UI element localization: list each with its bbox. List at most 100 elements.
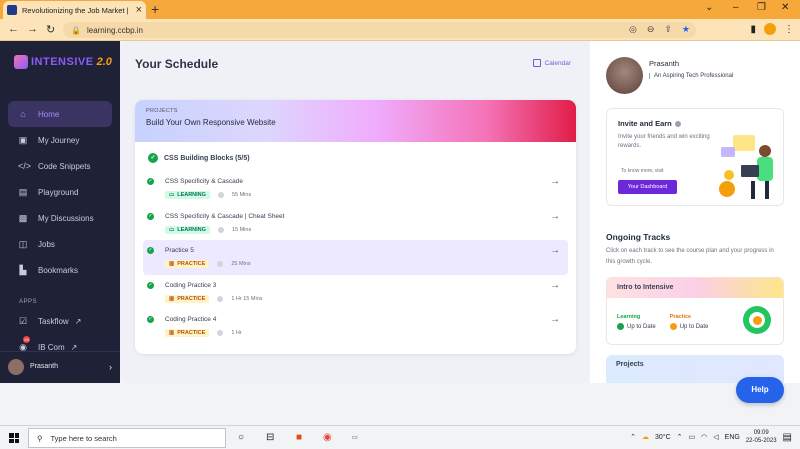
notification-badge: 24: [23, 336, 30, 343]
invite-know-more: To know more, visit: [621, 168, 664, 174]
learning-tag: ▭ LEARNING: [165, 191, 210, 199]
practice-tag: ▥ PRACTICE: [165, 260, 210, 268]
sidebar-item-jobs[interactable]: ◫ Jobs: [8, 231, 112, 257]
help-button[interactable]: Help: [736, 377, 784, 403]
lock-icon: 🔒: [71, 25, 81, 35]
clock-icon: [217, 192, 224, 198]
list-item[interactable]: ✓ CSS Specificity & Cascade | Cheat Shee…: [143, 206, 568, 241]
practice-tag: ▥ PRACTICE: [165, 329, 210, 337]
forward-icon[interactable]: →: [27, 23, 38, 35]
chevron-up-icon[interactable]: ⌃: [630, 433, 636, 441]
item-duration: 55 Mins: [231, 192, 252, 198]
learning-status: Learning Up to Date: [617, 314, 656, 330]
network-icon[interactable]: ▭: [689, 433, 696, 441]
cortana-icon[interactable]: ○: [238, 432, 244, 443]
logo[interactable]: INTENSIVE 2.0: [14, 55, 112, 69]
app-item-taskflow[interactable]: ☑ Taskflow ↗: [8, 308, 112, 334]
arrow-right-icon[interactable]: →: [550, 211, 560, 222]
browser-tab[interactable]: Revolutionizing the Job Market | ×: [3, 1, 146, 19]
discussions-icon: ▩: [18, 212, 28, 223]
close-window-icon[interactable]: ✕: [781, 2, 789, 13]
item-name: Coding Practice 4: [165, 316, 217, 323]
sidebar-item-home[interactable]: ⌂ Home: [8, 101, 112, 127]
item-name: Coding Practice 3: [165, 281, 217, 289]
browser-tab-strip: Revolutionizing the Job Market | × + ⌄ –…: [0, 0, 800, 19]
bookmark-star-icon[interactable]: ★: [682, 24, 690, 35]
side-panel-icon[interactable]: ▮: [750, 24, 756, 35]
sidebar-item-code-snippets[interactable]: </> Code Snippets: [8, 153, 112, 179]
calendar-link[interactable]: Calendar: [532, 59, 571, 67]
sidebar-user-name: Prasanth: [30, 363, 59, 370]
item-name: CSS Specificity & Cascade | Cheat Sheet: [165, 212, 285, 220]
sidebar-user[interactable]: Prasanth ›: [0, 351, 120, 381]
wifi-icon[interactable]: ◠: [701, 433, 707, 441]
address-bar[interactable]: 🔒 learning.ccbp.in: [63, 22, 696, 38]
office-icon[interactable]: ■: [296, 432, 302, 443]
arrow-right-icon[interactable]: →: [550, 176, 560, 187]
sidebar-item-label: Home: [38, 109, 60, 119]
sidebar-item-my-journey[interactable]: ▣ My Journey: [8, 127, 112, 153]
sidebar-item-playground[interactable]: ▤ Playground: [8, 179, 112, 205]
info-icon[interactable]: [674, 121, 681, 128]
zoom-icon[interactable]: ⊖: [647, 24, 655, 35]
item-duration: 15 Mins: [231, 226, 252, 233]
check-circle-icon: ✓: [147, 281, 154, 289]
track-title: Intro to Intensive: [607, 278, 783, 298]
arrow-right-icon[interactable]: →: [550, 314, 560, 325]
section-header[interactable]: ✓ CSS Building Blocks (5/5): [148, 153, 250, 163]
reload-icon[interactable]: ↻: [46, 23, 55, 36]
tab-search-icon[interactable]: ⌄: [705, 2, 713, 13]
task-view-icon[interactable]: ⊟: [266, 432, 274, 443]
chrome-icon[interactable]: ◉: [323, 432, 332, 443]
google-lens-icon[interactable]: ◎: [629, 24, 637, 35]
volume-icon[interactable]: ◁: [713, 433, 718, 441]
notification-icon[interactable]: ▤: [783, 432, 792, 443]
sidebar-item-bookmarks[interactable]: ▙ Bookmarks: [8, 257, 112, 283]
share-icon[interactable]: ⇪: [664, 24, 672, 35]
profile-role: An Aspiring Tech Professional: [649, 73, 733, 79]
page-title: Your Schedule: [135, 57, 219, 71]
invite-illustration: [719, 135, 773, 199]
temperature[interactable]: 30°C: [655, 434, 671, 441]
clock-icon: [217, 261, 224, 267]
track-card-intro[interactable]: Intro to Intensive Learning Up to Date P…: [606, 277, 784, 345]
invite-card: Invite and Earn Invite your friends and …: [606, 108, 784, 206]
browser-menu-icon[interactable]: ⋮: [784, 24, 794, 35]
code-icon: </>: [18, 161, 32, 171]
arrow-right-icon[interactable]: →: [550, 280, 560, 291]
logo-version: 2.0: [96, 56, 112, 68]
list-item[interactable]: ✓ CSS Specificity & Cascade → ▭ LEARNING …: [143, 171, 568, 206]
minimize-icon[interactable]: –: [733, 2, 739, 13]
new-tab-icon[interactable]: +: [151, 1, 159, 17]
book-icon: ▭: [169, 226, 175, 233]
browser-profile-icon[interactable]: [764, 23, 776, 35]
tag-label: PRACTICE: [177, 295, 206, 302]
list-item[interactable]: ✓ Coding Practice 3 → ▥ PRACTICE 1 Hr 15 …: [143, 275, 568, 310]
arrow-right-icon[interactable]: →: [550, 245, 560, 256]
taskbar-search-input[interactable]: ⚲ Type here to search: [28, 428, 226, 448]
windows-start-icon[interactable]: [9, 433, 19, 443]
clipboard-icon: ▥: [169, 330, 175, 336]
practice-label: Practice: [669, 314, 692, 320]
list-item[interactable]: ✓ Practice 5 → ▥ PRACTICE 25 Mins: [143, 240, 568, 275]
practice-status: Practice Up to Date: [669, 314, 708, 330]
app-icon[interactable]: ▭: [352, 434, 358, 441]
tag-label: PRACTICE: [177, 330, 206, 336]
sidebar-item-label: My Discussions: [38, 213, 94, 223]
clock[interactable]: 09:09 22-05-2023: [746, 429, 777, 445]
your-dashboard-button[interactable]: Your Dashboard: [618, 180, 677, 194]
close-tab-icon[interactable]: ×: [136, 4, 142, 16]
logo-mark-icon: [14, 55, 28, 69]
sidebar-item-label: Jobs: [38, 239, 55, 249]
project-banner[interactable]: PROJECTS Build Your Own Responsive Websi…: [135, 100, 576, 142]
avatar[interactable]: [606, 57, 643, 94]
list-item[interactable]: ✓ Coding Practice 4 → ▥ PRACTICE 1 Hr: [143, 309, 568, 344]
right-panel: Prasanth An Aspiring Tech Professional I…: [590, 41, 800, 383]
sidebar-item-my-discussions[interactable]: ▩ My Discussions: [8, 205, 112, 231]
language[interactable]: ENG: [725, 434, 740, 441]
clock-time: 09:09: [753, 430, 769, 436]
learning-status-text: Up to Date: [627, 323, 656, 330]
maximize-icon[interactable]: ❐: [757, 2, 766, 13]
back-icon[interactable]: ←: [8, 23, 19, 35]
tray-arrow-icon[interactable]: ⌃: [677, 433, 683, 441]
